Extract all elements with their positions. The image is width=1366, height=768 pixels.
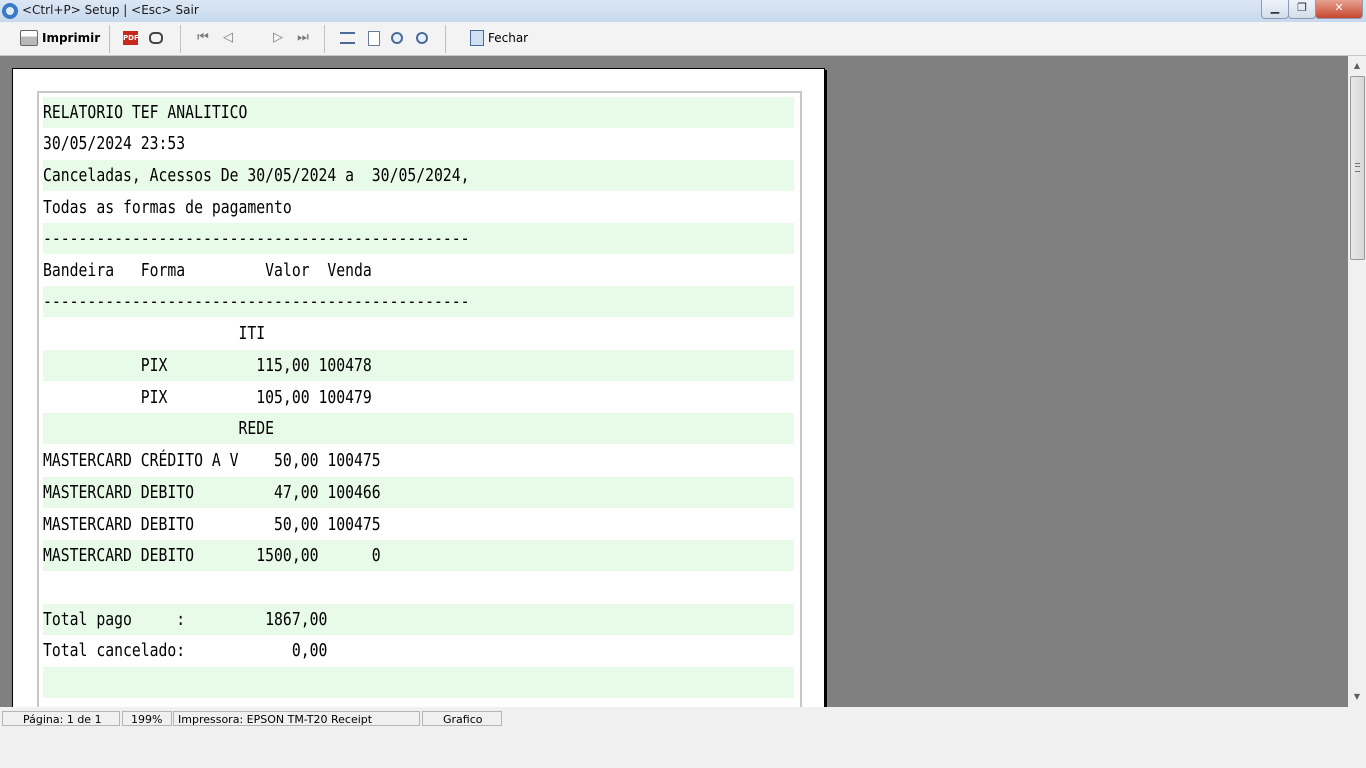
report-line: PIX 105,00 100479 bbox=[43, 387, 372, 408]
zoom-in-button[interactable] bbox=[391, 27, 403, 49]
scroll-thumb[interactable] bbox=[1350, 76, 1365, 260]
binoculars-icon bbox=[149, 32, 163, 44]
maximize-button[interactable]: ❐ bbox=[1288, 0, 1316, 19]
zoom-out-icon bbox=[416, 32, 428, 44]
report-page: RELATORIO TEF ANALITICO 30/05/2024 23:53… bbox=[12, 68, 825, 707]
title-bar: <Ctrl+P> Setup | <Esc> Sair ▁ ❐ ✕ bbox=[0, 0, 1366, 22]
first-page-icon: ⏮ bbox=[197, 30, 209, 45]
close-label: Fechar bbox=[488, 31, 529, 45]
report-line: MASTERCARD DEBITO 47,00 100466 bbox=[43, 477, 794, 508]
first-page-button[interactable]: ⏮ bbox=[195, 27, 211, 49]
last-page-icon: ⏭ bbox=[297, 30, 309, 45]
status-page: Página: 1 de 1 bbox=[2, 711, 120, 726]
window-title: <Ctrl+P> Setup | <Esc> Sair bbox=[22, 3, 199, 17]
scroll-down-arrow[interactable]: ▼ bbox=[1348, 689, 1366, 705]
close-window-button[interactable]: ✕ bbox=[1315, 0, 1363, 19]
report-line: PIX 115,00 100478 bbox=[43, 350, 794, 381]
vertical-scrollbar[interactable]: ▲ ▼ bbox=[1348, 56, 1366, 707]
whole-page-button[interactable] bbox=[368, 27, 380, 49]
toolbar-separator bbox=[324, 25, 325, 53]
scroll-up-arrow[interactable]: ▲ bbox=[1348, 58, 1366, 74]
next-page-button[interactable]: ▷ bbox=[270, 27, 286, 49]
report-line: Total cancelado: 0,00 bbox=[43, 640, 328, 661]
grip-icon bbox=[1355, 163, 1360, 172]
report-line: ----------------------------------------… bbox=[43, 286, 794, 317]
window-bottom bbox=[0, 728, 1366, 768]
last-page-button[interactable]: ⏭ bbox=[295, 27, 311, 49]
print-button[interactable]: Imprimir bbox=[20, 27, 100, 49]
status-printer: Impressora: EPSON TM-T20 Receipt bbox=[173, 711, 420, 726]
previous-page-icon: ◁ bbox=[223, 30, 233, 45]
pdf-icon: PDF bbox=[123, 31, 139, 45]
page-icon bbox=[368, 30, 380, 46]
status-bar: Página: 1 de 1 199% Impressora: EPSON TM… bbox=[0, 709, 1366, 728]
zoom-out-button[interactable] bbox=[416, 27, 428, 49]
report-line: REDE bbox=[43, 413, 794, 444]
report-line: 30/05/2024 23:53 bbox=[43, 133, 186, 154]
report-line: ----------------------------------------… bbox=[43, 223, 794, 254]
report-line: MASTERCARD CRÉDITO A V 50,00 100475 bbox=[43, 450, 381, 471]
preview-area[interactable]: RELATORIO TEF ANALITICO 30/05/2024 23:53… bbox=[0, 56, 1348, 707]
report-line: ITI bbox=[43, 323, 266, 344]
app-icon bbox=[2, 3, 18, 19]
report-line: RELATORIO TEF ANALITICO bbox=[43, 97, 794, 128]
report-line: Canceladas, Acessos De 30/05/2024 a 30/0… bbox=[43, 160, 794, 191]
report-line: Bandeira Forma Valor Venda bbox=[43, 260, 372, 281]
find-button[interactable] bbox=[149, 27, 163, 49]
zoom-in-icon bbox=[391, 32, 403, 44]
exit-icon bbox=[470, 30, 484, 46]
printer-icon bbox=[20, 30, 38, 46]
minimize-button[interactable]: ▁ bbox=[1261, 0, 1289, 19]
report-line: Todas as formas de pagamento bbox=[43, 197, 292, 218]
toolbar-separator bbox=[180, 25, 181, 53]
report-line: MASTERCARD DEBITO 1500,00 0 bbox=[43, 540, 794, 571]
fit-width-icon bbox=[340, 32, 355, 44]
toolbar: Imprimir PDF ⏮ ◁ ▷ ⏭ Fechar bbox=[0, 22, 1366, 56]
close-button[interactable]: Fechar bbox=[470, 27, 528, 49]
fit-width-button[interactable] bbox=[340, 27, 355, 49]
print-label: Imprimir bbox=[42, 31, 101, 45]
status-mode: Grafico bbox=[422, 711, 502, 726]
report-content: RELATORIO TEF ANALITICO 30/05/2024 23:53… bbox=[37, 91, 802, 707]
export-pdf-button[interactable]: PDF bbox=[123, 27, 139, 49]
report-line bbox=[43, 667, 794, 698]
report-line: MASTERCARD DEBITO 50,00 100475 bbox=[43, 514, 381, 535]
status-zoom: 199% bbox=[122, 711, 172, 726]
report-line bbox=[43, 572, 659, 603]
toolbar-separator bbox=[109, 25, 110, 53]
toolbar-separator bbox=[445, 25, 446, 53]
previous-page-button[interactable]: ◁ bbox=[220, 27, 236, 49]
next-page-icon: ▷ bbox=[273, 30, 283, 45]
report-line: Total pago : 1867,00 bbox=[43, 604, 794, 635]
